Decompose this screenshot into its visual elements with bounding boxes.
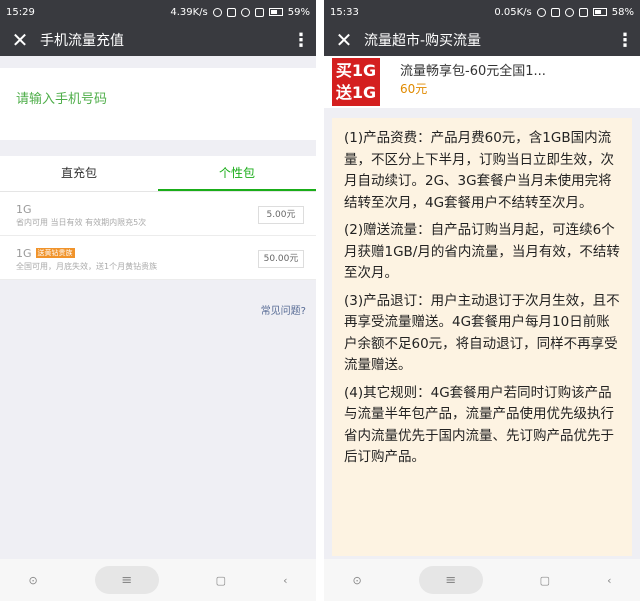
product-rules: (1)产品资费：产品月费60元，含1GB国内流量，不区分上下半月，订购当日立即生… [332, 118, 632, 556]
wifi-icon [240, 7, 250, 17]
close-icon[interactable]: ✕ [324, 28, 364, 52]
battery-icon [268, 8, 283, 16]
bluetooth-icon [212, 7, 222, 17]
status-bar: 15:29 4.39K/s 59% [0, 0, 316, 24]
home-nav-icon[interactable]: ≡ [94, 566, 159, 594]
package-price-button[interactable]: 50.00元 [258, 250, 304, 268]
recents-nav-icon[interactable]: ▢ [540, 574, 550, 587]
product-price: 60元 [400, 82, 428, 96]
nav-bar: ⊙ ≡ ▢ ‹ [324, 559, 640, 601]
more-menu-icon[interactable]: ⋮ [610, 30, 640, 51]
home-nav-icon[interactable]: ≡ [418, 566, 483, 594]
product-image-line: 送1G [335, 83, 377, 102]
rule-paragraph: (2)赠送流量：自产品订购当月起，可连续6个月获赠1GB/月的省内流量，当月有效… [344, 222, 620, 281]
product-header: 买1G 送1G 流量畅享包-60元全国1... 60元 [324, 56, 640, 108]
left-phone-screen: 15:29 4.39K/s 59% ✕ 手机流量充值 ⋮ 请输入手机号码 直充包… [0, 0, 316, 601]
package-desc: 全国可用，月底失效，送1个月黄钻贵族 [16, 262, 158, 271]
package-tabs: 直充包 个性包 [0, 156, 316, 192]
rule-paragraph: (3)产品退订：用户主动退订于次月生效，且不再享受流量赠送。4G套餐用户每月10… [344, 292, 620, 374]
title-bar: ✕ 流量超市-购买流量 ⋮ [324, 24, 640, 56]
page-title: 流量超市-购买流量 [364, 33, 482, 49]
product-image-line: 买1G [335, 61, 377, 80]
bluetooth-icon [536, 7, 546, 17]
tab-direct-package[interactable]: 直充包 [0, 156, 158, 191]
circle-nav-icon[interactable]: ⊙ [28, 574, 37, 587]
wifi-icon [564, 7, 574, 17]
circle-nav-icon[interactable]: ⊙ [352, 574, 361, 587]
back-nav-icon[interactable]: ‹ [607, 574, 611, 587]
signal-icon [578, 7, 588, 17]
battery-percent: 59% [287, 6, 310, 18]
package-price-button[interactable]: 5.00元 [258, 206, 304, 224]
page-title: 手机流量充值 [40, 33, 124, 49]
product-name: 流量畅享包-60元全国1... [400, 64, 546, 79]
network-speed: 4.39K/s [170, 6, 208, 18]
package-badge: 送黄钻贵族 [35, 248, 75, 258]
phone-number-input[interactable]: 请输入手机号码 [16, 88, 107, 107]
alarm-icon [226, 7, 236, 17]
title-bar: ✕ 手机流量充值 ⋮ [0, 24, 316, 56]
right-phone-screen: 15:33 0.05K/s 58% ✕ 流量超市-购买流量 ⋮ 买1G 送1G … [324, 0, 640, 601]
product-image: 买1G 送1G [332, 58, 380, 106]
phone-input-area: 请输入手机号码 [0, 68, 316, 140]
network-speed: 0.05K/s [494, 6, 532, 18]
faq-link[interactable]: 常见问题? [261, 302, 306, 317]
back-nav-icon[interactable]: ‹ [283, 574, 287, 587]
signal-icon [254, 7, 264, 17]
package-size: 1G [16, 247, 32, 260]
package-desc: 省内可用 当日有效 有效期内限充5次 [16, 218, 147, 227]
recents-nav-icon[interactable]: ▢ [216, 574, 226, 587]
rule-paragraph: (1)产品资费：产品月费60元，含1GB国内流量，不区分上下半月，订购当日立即生… [344, 130, 614, 211]
battery-icon [592, 8, 607, 16]
package-size: 1G [16, 203, 32, 216]
package-item[interactable]: 1G 省内可用 当日有效 有效期内限充5次 5.00元 [0, 192, 316, 236]
status-time: 15:29 [6, 6, 35, 18]
rule-paragraph: (4)其它规则：4G套餐用户若同时订购该产品与流量半年包产品，流量产品使用优先级… [344, 384, 614, 466]
status-bar: 15:33 0.05K/s 58% [324, 0, 640, 24]
battery-percent: 58% [611, 6, 634, 18]
status-time: 15:33 [330, 6, 359, 18]
alarm-icon [550, 7, 560, 17]
tab-personal-package[interactable]: 个性包 [158, 156, 316, 191]
more-menu-icon[interactable]: ⋮ [286, 30, 316, 51]
package-item[interactable]: 1G 送黄钻贵族 全国可用，月底失效，送1个月黄钻贵族 50.00元 [0, 236, 316, 280]
package-list: 1G 省内可用 当日有效 有效期内限充5次 5.00元 1G 送黄钻贵族 全国可用… [0, 192, 316, 280]
nav-bar: ⊙ ≡ ▢ ‹ [0, 559, 316, 601]
close-icon[interactable]: ✕ [0, 28, 40, 52]
